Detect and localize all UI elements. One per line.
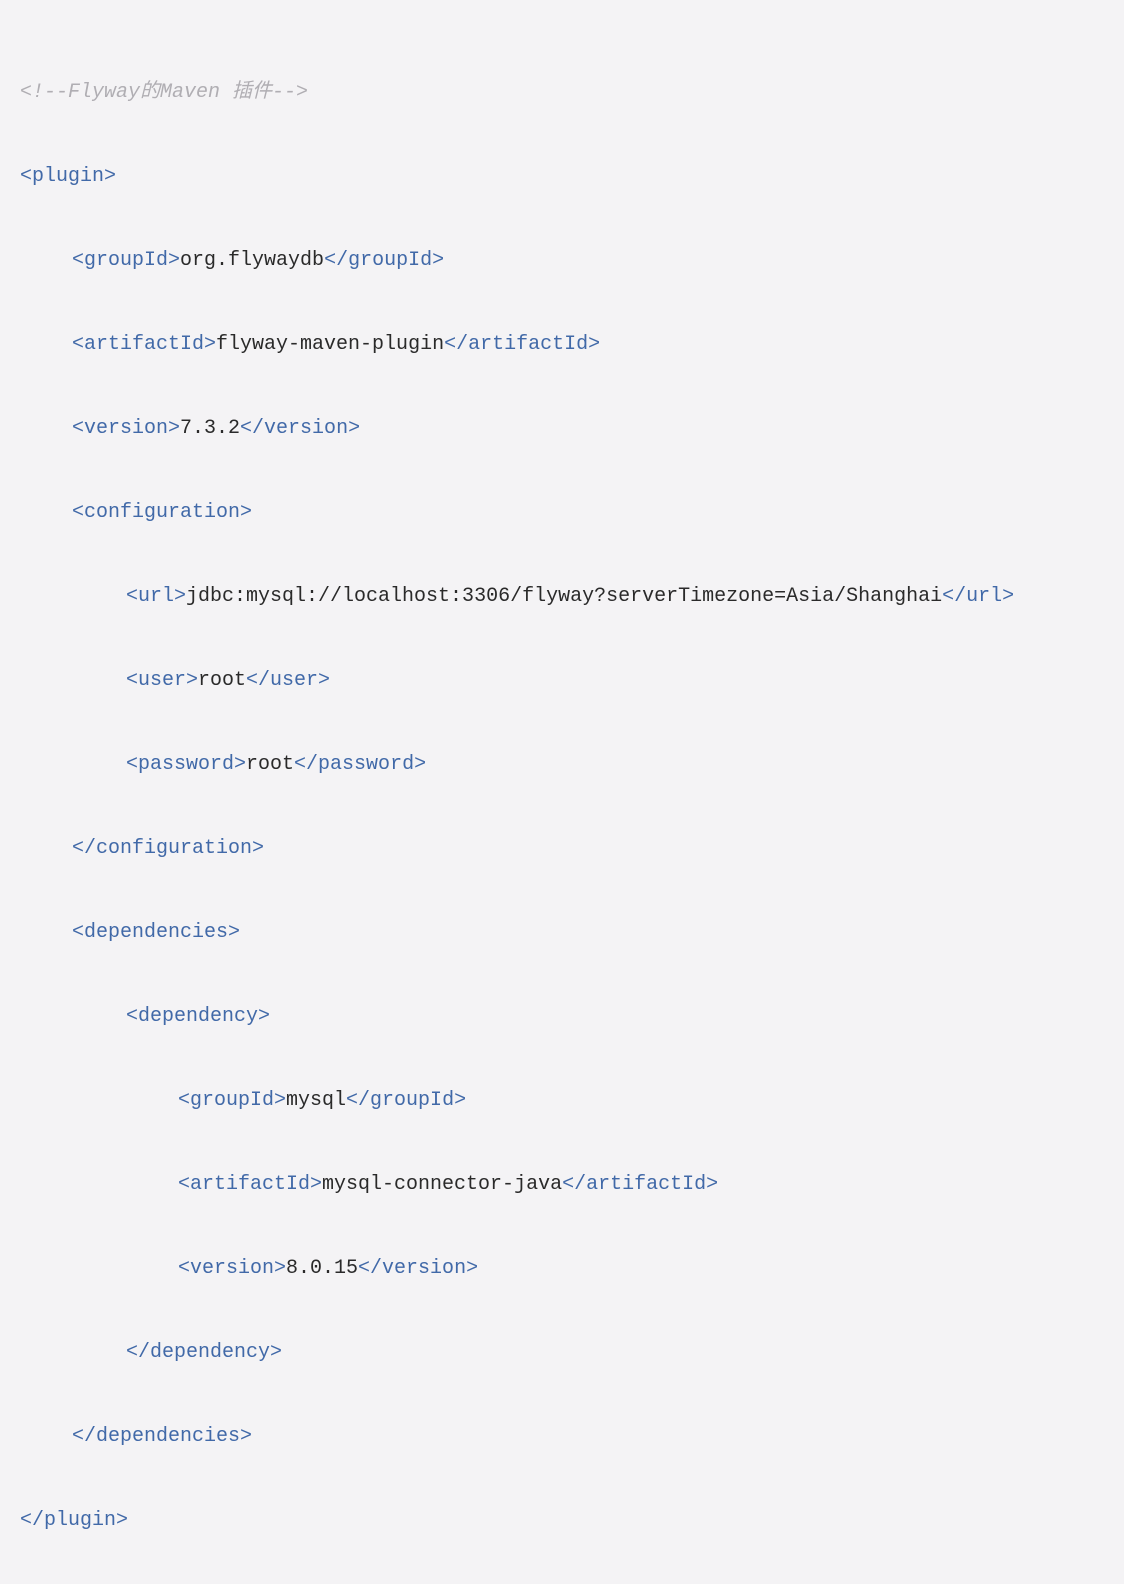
dep-artifactId-line: <artifactId>mysql-connector-java</artifa… xyxy=(20,1164,1104,1206)
dependencies-close-line: </dependencies> xyxy=(20,1416,1104,1458)
dependency-close-line: </dependency> xyxy=(20,1332,1104,1374)
version-line: <version>7.3.2</version> xyxy=(20,408,1104,450)
url-value: jdbc:mysql://localhost:3306/flyway?serve… xyxy=(186,585,942,608)
plugin-close-tag: </plugin> xyxy=(20,1509,128,1532)
user-close: </user> xyxy=(246,669,330,692)
configuration-open-tag: <configuration> xyxy=(72,501,252,524)
code-block: <!--Flyway的Maven 插件--> <plugin> <groupId… xyxy=(20,30,1104,1584)
user-value: root xyxy=(198,669,246,692)
version-close: </version> xyxy=(240,417,360,440)
configuration-close-tag: </configuration> xyxy=(72,837,264,860)
dep-artifactId-open: <artifactId> xyxy=(178,1173,322,1196)
version-open: <version> xyxy=(72,417,180,440)
plugin-open-tag: <plugin> xyxy=(20,165,116,188)
url-open: <url> xyxy=(126,585,186,608)
version-value: 7.3.2 xyxy=(180,417,240,440)
password-line: <password>root</password> xyxy=(20,744,1104,786)
dependency-open-line: <dependency> xyxy=(20,996,1104,1038)
comment-text: <!--Flyway的Maven 插件--> xyxy=(20,81,308,104)
configuration-close-line: </configuration> xyxy=(20,828,1104,870)
groupId-value: org.flywaydb xyxy=(180,249,324,272)
plugin-close-line: </plugin> xyxy=(20,1500,1104,1542)
dependency-close-tag: </dependency> xyxy=(126,1341,282,1364)
user-open: <user> xyxy=(126,669,198,692)
dep-version-close: </version> xyxy=(358,1257,478,1280)
artifactId-value: flyway-maven-plugin xyxy=(216,333,444,356)
password-value: root xyxy=(246,753,294,776)
dep-version-line: <version>8.0.15</version> xyxy=(20,1248,1104,1290)
groupId-close: </groupId> xyxy=(324,249,444,272)
url-close: </url> xyxy=(942,585,1014,608)
artifactId-close: </artifactId> xyxy=(444,333,600,356)
dep-artifactId-close: </artifactId> xyxy=(562,1173,718,1196)
dep-groupId-open: <groupId> xyxy=(178,1089,286,1112)
url-line: <url>jdbc:mysql://localhost:3306/flyway?… xyxy=(20,576,1104,618)
dep-groupId-close: </groupId> xyxy=(346,1089,466,1112)
groupId-open: <groupId> xyxy=(72,249,180,272)
dep-groupId-value: mysql xyxy=(286,1089,346,1112)
dep-version-value: 8.0.15 xyxy=(286,1257,358,1280)
artifactId-line: <artifactId>flyway-maven-plugin</artifac… xyxy=(20,324,1104,366)
configuration-open-line: <configuration> xyxy=(20,492,1104,534)
dep-artifactId-value: mysql-connector-java xyxy=(322,1173,562,1196)
password-close: </password> xyxy=(294,753,426,776)
plugin-open-line: <plugin> xyxy=(20,156,1104,198)
dependencies-open-tag: <dependencies> xyxy=(72,921,240,944)
artifactId-open: <artifactId> xyxy=(72,333,216,356)
password-open: <password> xyxy=(126,753,246,776)
dep-version-open: <version> xyxy=(178,1257,286,1280)
comment-line: <!--Flyway的Maven 插件--> xyxy=(20,72,1104,114)
dependencies-open-line: <dependencies> xyxy=(20,912,1104,954)
dependencies-close-tag: </dependencies> xyxy=(72,1425,252,1448)
groupId-line: <groupId>org.flywaydb</groupId> xyxy=(20,240,1104,282)
user-line: <user>root</user> xyxy=(20,660,1104,702)
dependency-open-tag: <dependency> xyxy=(126,1005,270,1028)
dep-groupId-line: <groupId>mysql</groupId> xyxy=(20,1080,1104,1122)
